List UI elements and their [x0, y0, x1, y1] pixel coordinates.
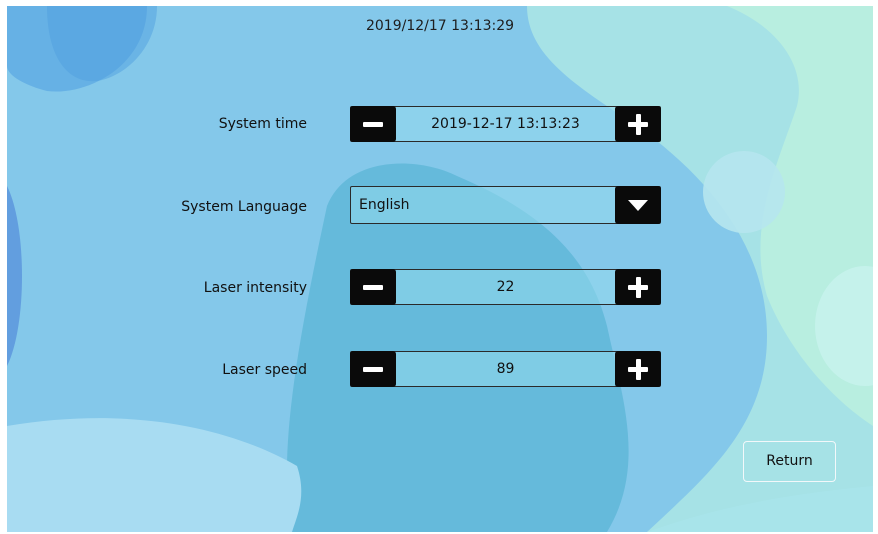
- system-time-label: System time: [218, 116, 307, 132]
- triangle-down-icon: [628, 200, 648, 211]
- system-language-dropdown-button[interactable]: [615, 186, 661, 224]
- system-time-stepper: 2019-12-17 13:13:23: [350, 106, 661, 142]
- laser-speed-decrement-button[interactable]: [350, 351, 396, 387]
- laser-intensity-label: Laser intensity: [203, 280, 307, 296]
- laser-intensity-value[interactable]: 22: [397, 270, 614, 304]
- system-language-value: English: [359, 197, 410, 213]
- system-time-increment-button[interactable]: [615, 106, 661, 142]
- system-language-select[interactable]: English: [350, 186, 661, 224]
- laser-speed-increment-button[interactable]: [615, 351, 661, 387]
- laser-speed-stepper: 89: [350, 351, 661, 387]
- system-clock: 2019/12/17 13:13:29: [365, 18, 515, 34]
- system-time-value[interactable]: 2019-12-17 13:13:23: [397, 107, 614, 141]
- laser-intensity-decrement-button[interactable]: [350, 269, 396, 305]
- system-language-label: System Language: [181, 199, 307, 215]
- laser-speed-label: Laser speed: [222, 362, 307, 378]
- laser-intensity-stepper: 22: [350, 269, 661, 305]
- settings-screen: 2019/12/17 13:13:29 System time 2019-12-…: [7, 6, 873, 532]
- system-time-decrement-button[interactable]: [350, 106, 396, 142]
- laser-speed-value[interactable]: 89: [397, 352, 614, 386]
- return-button[interactable]: Return: [743, 441, 836, 482]
- laser-intensity-increment-button[interactable]: [615, 269, 661, 305]
